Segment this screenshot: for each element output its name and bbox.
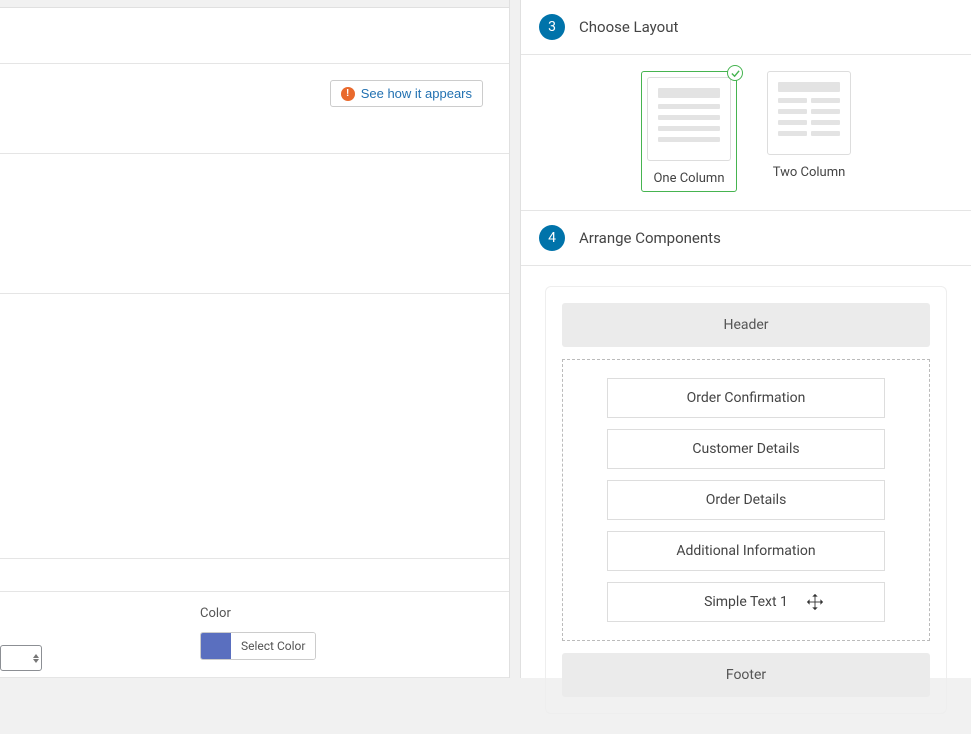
component-customer-details[interactable]: Customer Details — [607, 429, 885, 469]
component-order-confirmation[interactable]: Order Confirmation — [607, 378, 885, 418]
step-number-badge: 3 — [539, 14, 565, 40]
header-block: Header — [562, 303, 930, 347]
alert-icon: ! — [341, 87, 355, 101]
layout-preview-two-column — [767, 71, 851, 155]
section-1 — [0, 8, 509, 64]
step-title: Choose Layout — [579, 18, 678, 36]
step-header-arrange: 4 Arrange Components — [521, 210, 971, 266]
section-2: ! See how it appears — [0, 64, 509, 154]
step-title: Arrange Components — [579, 229, 721, 247]
checkmark-icon — [727, 65, 743, 81]
select-color-label: Select Color — [231, 633, 315, 659]
arrange-container: Header Order Confirmation Customer Detai… — [545, 286, 947, 714]
move-cursor-icon — [806, 593, 824, 611]
app-container: ! See how it appears Color Select Color … — [0, 0, 971, 678]
section-color: Color Select Color — [0, 592, 509, 678]
components-drop-zone[interactable]: Order Confirmation Customer Details Orde… — [562, 359, 930, 641]
layout-label: One Column — [653, 171, 724, 186]
right-inner: 3 Choose Layout One Column — [520, 0, 971, 678]
footer-block: Footer — [562, 653, 930, 697]
left-panel: ! See how it appears Color Select Color — [0, 0, 510, 678]
section-4 — [0, 294, 509, 559]
component-additional-information[interactable]: Additional Information — [607, 531, 885, 571]
numeric-stepper[interactable] — [0, 645, 42, 671]
section-3 — [0, 154, 509, 294]
layout-option-two-column[interactable]: Two Column — [767, 71, 851, 192]
see-how-label: See how it appears — [361, 86, 472, 101]
layout-preview-one-column — [647, 77, 731, 161]
layout-option-one-column[interactable]: One Column — [641, 71, 737, 192]
component-simple-text-1[interactable]: Simple Text 1 — [607, 582, 885, 622]
color-swatch — [201, 633, 231, 659]
step-header-layout: 3 Choose Layout — [521, 0, 971, 55]
arrange-body: Header Order Confirmation Customer Detai… — [521, 266, 971, 734]
color-picker-button[interactable]: Select Color — [200, 632, 316, 660]
right-panel: 3 Choose Layout One Column — [510, 0, 971, 678]
see-how-appears-button[interactable]: ! See how it appears — [330, 80, 483, 107]
component-label: Simple Text 1 — [704, 594, 788, 610]
color-field-label: Color — [200, 606, 509, 621]
layout-label: Two Column — [773, 165, 846, 180]
component-order-details[interactable]: Order Details — [607, 480, 885, 520]
layout-options: One Column Two Column — [521, 55, 971, 210]
section-5 — [0, 559, 509, 592]
step-number-badge: 4 — [539, 225, 565, 251]
spinner-icon — [33, 654, 39, 663]
top-spacer — [0, 0, 509, 8]
